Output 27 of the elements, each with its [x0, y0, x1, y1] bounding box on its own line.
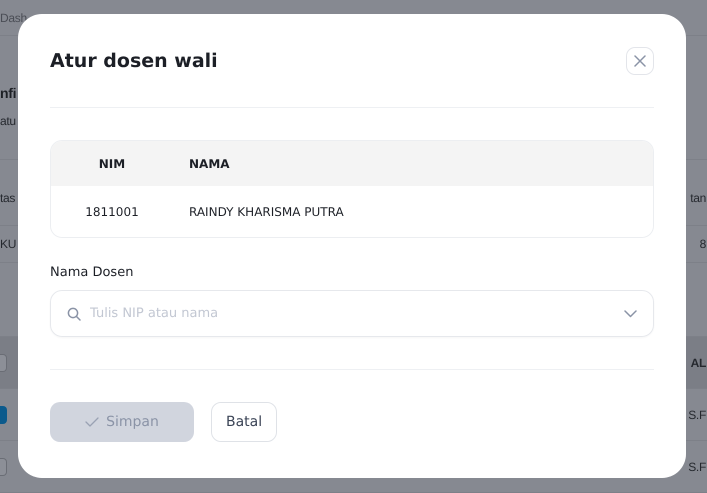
page-title: nfi [0, 84, 16, 103]
column-header: NIM [98, 156, 126, 170]
lecturer-select-field[interactable]: Tulis NIP atau nama [50, 290, 654, 337]
close-icon [634, 55, 646, 67]
table-cell-text: RAINDY KHARISMA PUTRA [188, 204, 344, 218]
search-icon [67, 306, 81, 320]
page-subtitle: atu [0, 114, 16, 128]
check-icon [85, 417, 100, 427]
chevron-down-icon [624, 310, 637, 318]
dialog-title: Atur dosen wali [50, 50, 218, 72]
column-header: AL [690, 356, 706, 370]
table-cell-text: 1811001 [84, 204, 140, 218]
filter-text: tan [690, 190, 706, 204]
cancel-button[interactable]: Batal [211, 402, 278, 442]
field-label: Nama Dosen [50, 265, 134, 280]
search-input[interactable]: Tulis NIP atau nama [90, 306, 615, 321]
filter-text: KU [0, 237, 16, 251]
table-cell: S.F [688, 408, 706, 422]
close-button[interactable] [626, 47, 654, 75]
breadcrumb-link[interactable]: Dash [0, 10, 27, 24]
checkbox[interactable] [0, 354, 7, 372]
filter-text: 8 [700, 237, 706, 251]
checkbox[interactable] [0, 458, 7, 476]
checkbox[interactable] [0, 406, 7, 424]
table-cell: S.F [688, 460, 706, 474]
column-header: NAMA [188, 156, 230, 170]
filter-text: tas [0, 190, 16, 204]
